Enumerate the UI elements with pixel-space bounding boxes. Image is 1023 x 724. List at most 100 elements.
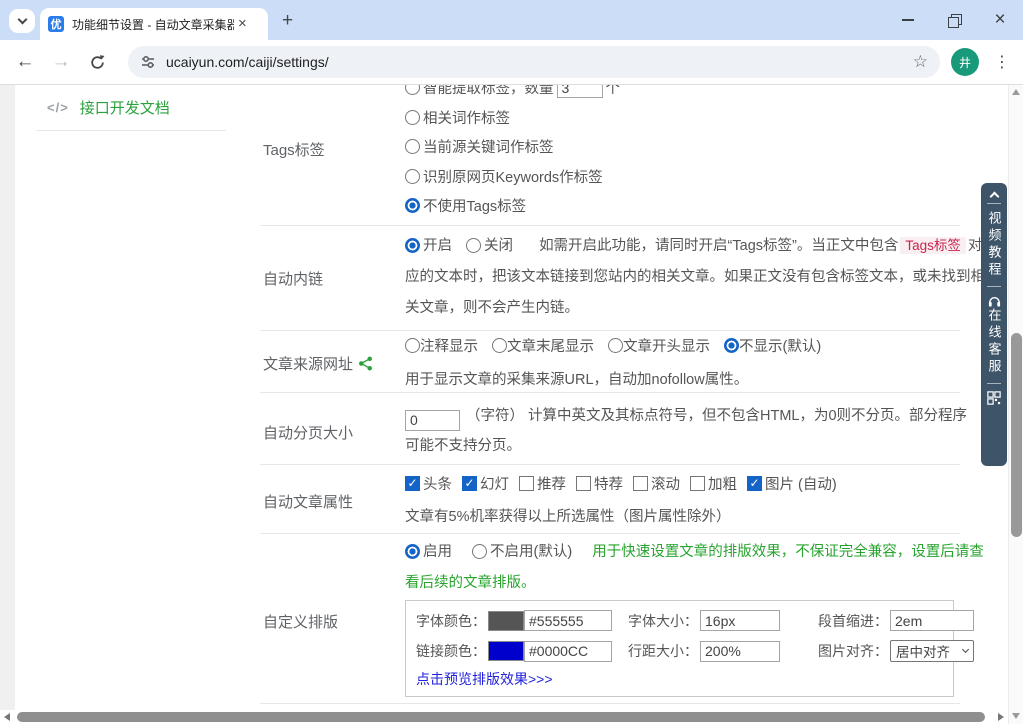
link-color-swatch[interactable] [488, 641, 524, 661]
radio-option-comment[interactable]: 注释显示 [405, 335, 478, 356]
checkbox-headline[interactable]: 头条 [405, 473, 452, 494]
restore-icon [948, 14, 961, 27]
tab-search-button[interactable] [9, 9, 35, 33]
sidebar-item-api-docs[interactable]: </> 接口开发文档 [47, 97, 170, 118]
radio-option-no-tags[interactable]: 不使用Tags标签 [405, 191, 620, 221]
typeset-radios: 启用 不启用(默认) 用于快速设置文章的排版效果，不保证完全兼容，设置后请查看后… [405, 537, 985, 599]
online-service-button[interactable]: 在线客服 [985, 308, 1004, 376]
font-size-input[interactable] [700, 610, 780, 631]
checkbox-icon[interactable] [690, 476, 705, 491]
radio-selected-icon[interactable] [405, 544, 420, 559]
scroll-right-arrow[interactable] [998, 713, 1004, 721]
radio-option-smart-tags[interactable]: 智能提取标签，数量 个 [405, 85, 620, 103]
address-bar[interactable]: ucaiyun.com/caiji/settings/ ☆ [128, 46, 940, 78]
tab-close-icon[interactable]: × [238, 17, 247, 31]
image-align-select[interactable]: 居中对齐 [890, 640, 974, 662]
paging-size-input[interactable] [405, 410, 460, 431]
checkbox-icon[interactable] [576, 476, 591, 491]
radio-icon[interactable] [405, 110, 420, 125]
panel-divider [987, 203, 1001, 204]
preview-typeset-link[interactable]: 点击预览排版效果>>> [416, 669, 553, 689]
radio-icon[interactable] [405, 85, 420, 95]
bookmark-star-icon[interactable]: ☆ [913, 52, 928, 72]
radio-option-article-head[interactable]: 文章开头显示 [608, 335, 710, 356]
option-label: 文章开头显示 [623, 335, 710, 356]
radio-icon[interactable] [472, 544, 487, 559]
code-icon: </> [47, 100, 69, 115]
checkbox-checked-icon[interactable] [747, 476, 762, 491]
close-window-button[interactable]: × [977, 0, 1023, 40]
checkbox-image[interactable]: 图片 (自动) [747, 473, 837, 494]
checkbox-scroll[interactable]: 滚动 [633, 473, 680, 494]
attrs-help: 文章有5%机率获得以上所选属性（图片属性除外） [405, 505, 730, 526]
radio-label-enable[interactable]: 启用 [423, 544, 452, 560]
font-size-label: 字体大小： [628, 611, 700, 631]
radio-option-related-words[interactable]: 相关词作标签 [405, 103, 620, 133]
checkbox-checked-icon[interactable] [405, 476, 420, 491]
checkbox-icon[interactable] [633, 476, 648, 491]
radio-option-hide[interactable]: 不显示(默认) [724, 335, 821, 356]
radio-icon[interactable] [405, 169, 420, 184]
minimize-icon [902, 19, 914, 21]
radio-selected-icon[interactable] [405, 198, 420, 213]
chevron-down-icon [962, 646, 969, 653]
restore-button[interactable] [931, 0, 977, 40]
scroll-up-arrow[interactable] [1012, 89, 1020, 95]
qr-code-icon[interactable] [987, 391, 1001, 405]
link-color-input[interactable] [524, 641, 612, 662]
font-color-swatch[interactable] [488, 611, 524, 631]
reload-button[interactable] [80, 40, 114, 84]
checkbox-bold[interactable]: 加粗 [690, 473, 737, 494]
font-color-input[interactable] [524, 610, 612, 631]
scroll-down-arrow[interactable] [1012, 713, 1020, 719]
option-label: 智能提取标签，数量 [423, 85, 554, 98]
vertical-scrollbar[interactable] [1008, 85, 1023, 724]
vertical-scrollbar-thumb[interactable] [1011, 333, 1022, 537]
radio-icon[interactable] [405, 139, 420, 154]
video-tutorial-button[interactable]: 视频教程 [985, 211, 1004, 279]
checkbox-recommend[interactable]: 推荐 [519, 473, 566, 494]
api-doc-link-label[interactable]: 接口开发文档 [80, 97, 170, 118]
radio-label-disable[interactable]: 不启用(默认) [490, 544, 572, 560]
site-settings-icon[interactable] [140, 54, 156, 70]
radio-option-page-keywords[interactable]: 识别原网页Keywords作标签 [405, 162, 620, 192]
horizontal-scrollbar[interactable] [0, 710, 1008, 724]
headset-icon[interactable] [987, 294, 1002, 308]
browser-menu-icon[interactable]: ⋮ [994, 52, 1010, 72]
site-favicon: 优 [48, 16, 64, 32]
line-height-input[interactable] [700, 641, 780, 662]
checkbox-checked-icon[interactable] [462, 476, 477, 491]
profile-avatar[interactable]: 井 [951, 48, 979, 76]
radio-label-off[interactable]: 关闭 [484, 238, 513, 254]
minimize-button[interactable] [885, 0, 931, 40]
checkbox-label: 头条 [423, 473, 452, 494]
floating-side-panel: 视频教程 在线客服 [981, 183, 1007, 466]
option-suffix: 个 [606, 85, 621, 98]
new-tab-button[interactable]: + [282, 10, 293, 32]
radio-icon[interactable] [466, 238, 481, 253]
radio-icon[interactable] [608, 338, 623, 353]
checkbox-slideshow[interactable]: 幻灯 [462, 473, 509, 494]
back-button[interactable]: ← [8, 40, 42, 84]
radio-option-source-keywords[interactable]: 当前源关键词作标签 [405, 132, 620, 162]
typeset-panel: 字体颜色： 字体大小： 段首缩进： 链接颜色： 行距大小： 图片对齐： 居中对齐… [405, 600, 954, 697]
back-to-top-icon[interactable] [989, 192, 999, 202]
browser-tab[interactable]: 优 功能细节设置 - 自动文章采集器 × [40, 8, 268, 40]
radio-selected-icon[interactable] [724, 338, 739, 353]
checkbox-special[interactable]: 特荐 [576, 473, 623, 494]
radio-icon[interactable] [405, 338, 420, 353]
radio-selected-icon[interactable] [405, 238, 420, 253]
indent-input[interactable] [890, 610, 974, 631]
checkbox-icon[interactable] [519, 476, 534, 491]
typeset-panel-row1: 字体颜色： 字体大小： 段首缩进： [416, 610, 974, 631]
radio-label-on[interactable]: 开启 [423, 238, 452, 254]
reload-icon [89, 54, 106, 71]
url-text[interactable]: ucaiyun.com/caiji/settings/ [166, 54, 913, 70]
innerlink-controls: 开启 关闭 如需开启此功能，请同时开启“Tags标签”。当正文中包含Tags标签… [405, 230, 985, 324]
horizontal-scrollbar-thumb[interactable] [17, 712, 985, 722]
radio-option-article-end[interactable]: 文章末尾显示 [492, 335, 594, 356]
scroll-left-arrow[interactable] [4, 713, 10, 721]
radio-icon[interactable] [492, 338, 507, 353]
source-help: 用于显示文章的采集来源URL，自动加nofollow属性。 [405, 368, 748, 389]
smart-tag-count-input[interactable] [557, 85, 603, 98]
